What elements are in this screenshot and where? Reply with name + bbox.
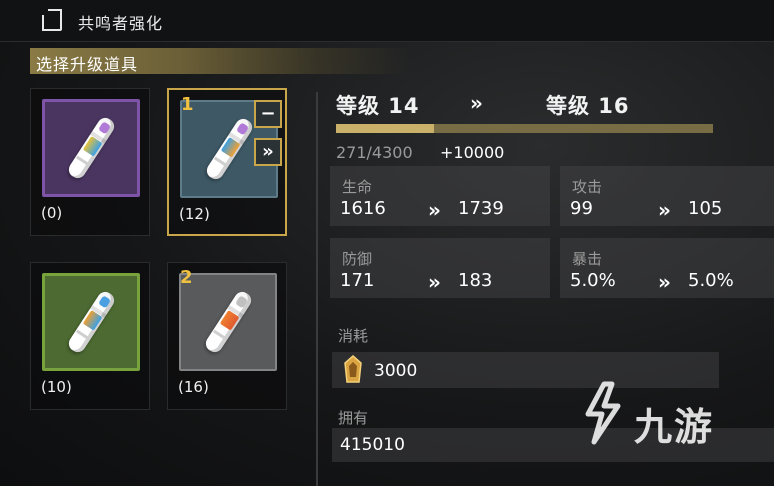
stat-label: 攻击 [572,178,603,196]
stat-to: 183 [458,270,493,291]
stat-arrow-icon: » [658,198,671,222]
stat-def: 防御 171 » 183 [330,238,550,298]
shell-credit-icon [344,355,362,383]
stat-to: 105 [688,198,723,219]
stat-crit: 暴击 5.0% » 5.0% [560,238,774,298]
exp-potion-icon [202,288,255,356]
panel-divider [316,92,318,486]
section-label: 选择升级道具 [36,55,139,74]
decrease-button[interactable]: − [254,100,282,128]
stat-to: 5.0% [688,270,734,291]
owned-value: 415010 [340,435,405,455]
item-tile [42,99,140,197]
stat-label: 暴击 [572,250,603,268]
item-tile [42,273,140,371]
item-tile [179,273,277,371]
cost-label: 消耗 [338,327,369,345]
exp-potion-icon [203,115,256,183]
watermark-logo-icon [585,381,621,445]
selected-quantity: 2 [180,267,193,288]
stat-hp: 生命 1616 » 1739 [330,166,550,226]
stat-label: 防御 [342,250,373,268]
exp-gain-text: +10000 [440,143,505,162]
max-button[interactable]: » [254,138,282,166]
owned-label: 拥有 [338,409,369,427]
stat-from: 5.0% [570,270,616,291]
target-level: 等级 16 [546,94,630,118]
stat-from: 171 [340,270,375,291]
stat-from: 1616 [340,198,386,219]
selected-quantity: 1 [181,94,194,115]
stat-atk: 攻击 99 » 105 [560,166,774,226]
stat-from: 99 [570,198,593,219]
exp-progress-text: 271/4300 [336,143,413,162]
stat-to: 1739 [458,198,504,219]
exp-progress-fill [336,124,435,133]
stat-arrow-icon: » [428,270,441,294]
stat-arrow-icon: » [658,270,671,294]
item-card-purple[interactable]: (0) [30,88,150,236]
item-count: (0) [41,204,63,222]
stat-label: 生命 [342,178,373,196]
item-count: (12) [179,205,210,223]
watermark-text: 九游 [634,405,715,449]
item-card-green[interactable]: (10) [30,262,150,410]
stat-arrow-icon: » [428,198,441,222]
item-card-gray[interactable]: 2 (16) [167,262,287,410]
exp-potion-icon [65,114,118,182]
current-level: 等级 14 [336,94,420,118]
item-count: (16) [178,378,209,396]
cost-value: 3000 [374,361,418,381]
document-icon [42,9,62,31]
exp-potion-icon [65,288,118,356]
item-count: (10) [41,378,72,396]
level-arrow-icon: » [470,91,483,115]
exp-progress-bar [336,124,713,133]
page-title: 共鸣者强化 [78,14,164,33]
